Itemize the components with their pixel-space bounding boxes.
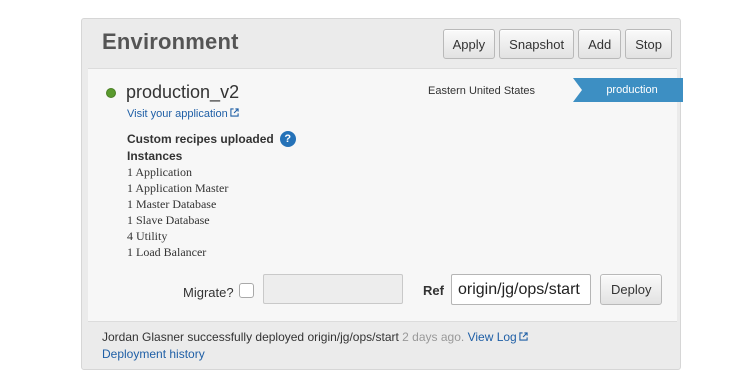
list-item: 1 Master Database: [127, 197, 217, 211]
toolbar: Apply Snapshot Add Stop: [442, 29, 672, 59]
list-item: 4 Utility: [127, 229, 168, 243]
apply-button[interactable]: Apply: [442, 29, 496, 59]
external-link-icon: [230, 108, 239, 117]
help-icon[interactable]: ?: [279, 131, 296, 147]
external-link-icon: [519, 332, 528, 341]
migrate-label: Migrate?: [183, 285, 234, 300]
view-log-label: View Log: [467, 330, 517, 344]
framework-env-badge: production: [573, 78, 683, 102]
custom-recipes-label: Custom recipes uploaded: [127, 132, 274, 146]
list-item: 1 Application Master: [127, 181, 229, 195]
environment-card: production_v2 Visit your application Eas…: [88, 68, 683, 322]
add-button[interactable]: Add: [578, 29, 622, 59]
deployment-history-link[interactable]: Deployment history: [102, 347, 205, 361]
migrate-command-input[interactable]: [263, 274, 403, 304]
last-deploy-line: Jordan Glasner successfully deployed ori…: [102, 329, 528, 346]
deploy-status-footer: Jordan Glasner successfully deployed ori…: [102, 329, 528, 363]
visit-application-label: Visit your application: [127, 108, 228, 120]
region-label: Eastern United States: [428, 85, 536, 97]
ref-input[interactable]: [451, 274, 591, 305]
deploy-time-ago: 2 days ago.: [402, 330, 465, 344]
migrate-checkbox[interactable]: [239, 283, 254, 298]
panel-title: Environment: [102, 29, 239, 54]
status-indicator-icon: [107, 89, 115, 97]
snapshot-button[interactable]: Snapshot: [499, 29, 575, 59]
ref-label: Ref: [423, 283, 444, 298]
instances-heading: Instances: [127, 149, 183, 163]
list-item: 1 Load Balancer: [127, 245, 207, 259]
visit-application-link[interactable]: Visit your application: [127, 108, 239, 120]
environment-name: production_v2: [126, 82, 240, 102]
list-item: 1 Slave Database: [127, 213, 210, 227]
deploy-button[interactable]: Deploy: [600, 274, 663, 305]
list-item: 1 Application: [127, 165, 192, 179]
stop-button[interactable]: Stop: [625, 29, 672, 59]
instances-list: 1 Application 1 Application Master 1 Mas…: [127, 164, 228, 260]
deploy-message: Jordan Glasner successfully deployed ori…: [102, 330, 399, 344]
view-log-link[interactable]: View Log: [468, 330, 528, 344]
environment-panel: Environment Apply Snapshot Add Stop prod…: [81, 18, 683, 370]
custom-recipes-status: Custom recipes uploaded ?: [127, 131, 296, 147]
